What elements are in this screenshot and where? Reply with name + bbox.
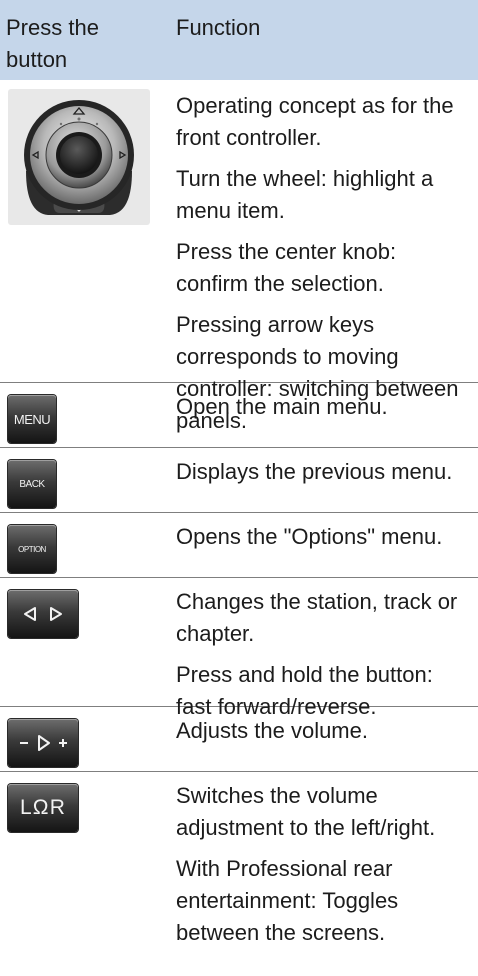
function-cell: Open the main menu. — [176, 391, 474, 432]
function-text: Operating concept as for the front contr… — [176, 93, 454, 150]
menu-button-icon: MENU — [8, 395, 56, 443]
controller-knob-icon — [8, 89, 150, 225]
function-cell: Displays the previous menu. — [176, 456, 474, 497]
column-header-function: Function — [176, 15, 261, 40]
button-cell — [8, 590, 78, 638]
function-cell: Adjusts the volume. — [176, 715, 474, 756]
back-button-icon: BACK — [8, 460, 56, 508]
button-cell: MENU — [8, 395, 56, 443]
button-function-table: Press the button Function Operating conc… — [0, 0, 478, 976]
table-header: Press the button Function — [0, 0, 478, 80]
volume-button-icon — [8, 719, 78, 767]
button-cell: OPTION — [8, 525, 56, 573]
headphone-lr-button-icon: LΩR — [8, 784, 78, 832]
option-button-icon: OPTION — [8, 525, 56, 573]
function-text: With Professional rear entertainment: To… — [176, 856, 399, 945]
function-text: Switches the volume adjustment to the le… — [176, 783, 436, 840]
table-row: Adjusts the volume. — [0, 707, 478, 772]
function-text: Press the center knob: confirm the selec… — [176, 239, 397, 296]
controller-cell — [8, 89, 150, 225]
function-text: Opens the "Options" menu. — [176, 524, 443, 549]
function-text: Displays the previous menu. — [176, 459, 453, 484]
table-row: Changes the station, track or chapter. P… — [0, 578, 478, 719]
table-row: BACK Displays the previous menu. — [0, 448, 478, 513]
prev-next-button-icon — [8, 590, 78, 638]
button-cell: LΩR — [8, 784, 78, 832]
table-row: Operating concept as for the front contr… — [0, 80, 478, 433]
table-row: MENU Open the main menu. — [0, 383, 478, 448]
function-text: Changes the station, track or chapter. — [176, 589, 458, 646]
table-row: OPTION Opens the "Options" menu. — [0, 513, 478, 578]
function-text: Turn the wheel: highlight a menu item. — [176, 166, 434, 223]
button-cell: BACK — [8, 460, 56, 508]
button-cell — [8, 719, 78, 767]
function-text: Open the main menu. — [176, 394, 388, 419]
column-header-button: Press the button — [6, 15, 99, 72]
function-cell: Opens the "Options" menu. — [176, 521, 474, 562]
table-row: LΩR Switches the volume adjustment to th… — [0, 772, 478, 976]
function-text: Adjusts the volume. — [176, 718, 368, 743]
function-cell: Switches the volume adjustment to the le… — [176, 780, 474, 958]
